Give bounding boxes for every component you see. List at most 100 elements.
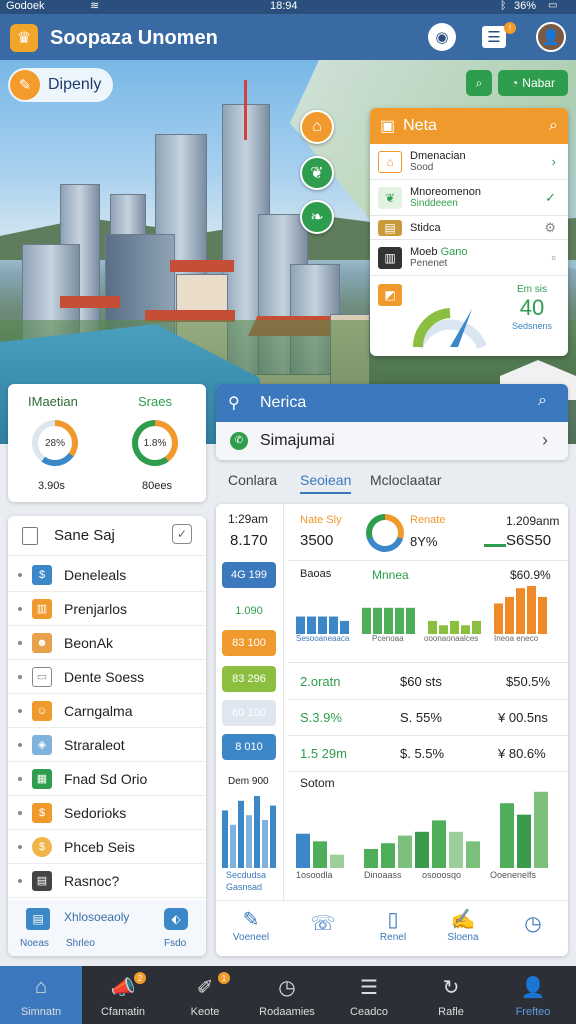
sidebar-item[interactable]: $ Sedorioks <box>8 796 206 830</box>
level-bar[interactable]: 4G 199 <box>222 562 276 588</box>
table-row[interactable]: 1.5 29m $. 5.5% ¥ 80.6% <box>288 736 568 772</box>
sidebar-footer[interactable]: ▤ Xhlosoeaoly ⬖ Noeas Shrleo Fsdo <box>8 900 206 956</box>
action-item-document[interactable]: ▯ Renel <box>358 901 428 956</box>
bottom-bar <box>296 833 310 868</box>
stats-left-ring-value: 28% <box>38 426 72 460</box>
sidebar-item[interactable]: ☻ BeonAk <box>8 626 206 660</box>
sidebar-item[interactable]: ▤ Rasnoc? <box>8 864 206 898</box>
notifications-list-icon[interactable]: ☰ <box>482 26 506 48</box>
news-item-tag: Gano <box>440 246 468 258</box>
search-icon[interactable]: ⌕ <box>466 70 492 96</box>
news-item[interactable]: ⌂ Dmenacian Sood › <box>370 144 568 180</box>
hero-location-badge[interactable]: ✎ Dipenly <box>8 68 114 102</box>
antenna <box>244 80 247 140</box>
user-avatar[interactable]: 👤 <box>536 22 566 52</box>
refresh-icon: ↻ <box>442 976 460 999</box>
news-item-title: Stidca <box>410 221 441 234</box>
left-chart-bar <box>246 815 252 868</box>
action-item-compass[interactable]: ◷ <box>498 901 568 956</box>
sidebar-item[interactable]: $ Deneleals <box>8 558 206 592</box>
action-item-chat[interactable]: ☏ <box>288 901 358 956</box>
sidebar-item-label: Dente Soess <box>64 668 145 685</box>
action-item-sign[interactable]: ✍ Sloena <box>428 901 498 956</box>
deals-icon: $ <box>32 564 52 585</box>
action-label: Sloena <box>447 932 479 943</box>
leaf-icon[interactable]: ❦ <box>300 156 334 190</box>
tab-mcloclaatar[interactable]: Mcloclaatar <box>370 472 442 488</box>
search-icon[interactable]: ⌕ <box>538 392 547 410</box>
trend-line <box>484 544 506 547</box>
sidebar-item[interactable]: ☺ Carngalma <box>8 694 206 728</box>
level-bar[interactable]: 8 010 <box>222 734 276 760</box>
sidebar-item[interactable]: ▥ Prenjarlos <box>8 592 206 626</box>
compass-icon[interactable]: ◉ <box>428 23 456 51</box>
left-chart-sub: Secdudsa <box>226 870 267 880</box>
sidebar-item-label: Rasnoc? <box>64 872 120 889</box>
level-bar[interactable]: 60 100 <box>222 700 276 726</box>
nav-item-keote[interactable]: ✐ 1 Keote <box>164 966 246 1024</box>
grouped-bar <box>318 616 327 634</box>
leaf-alt-icon[interactable]: ❧ <box>300 200 334 234</box>
action-item-edit[interactable]: ✎ Voeneel <box>216 901 286 956</box>
check-box-icon[interactable]: ✓ <box>172 524 192 544</box>
news-item[interactable]: ❦ Mnoreomenon Sinddeeen ✓ <box>370 180 568 216</box>
search-panel-header: ⚲ Nerica ⌕ <box>216 384 568 422</box>
table-row[interactable]: S.3.9% S. 55% ¥ 00.5ns <box>288 700 568 736</box>
tab-bar: Conlara Seoiean Mcloclaatar <box>216 466 568 498</box>
nav-item-simnatn[interactable]: ⌂ Simnatn <box>0 966 82 1024</box>
row-cell-a: S.3.9% <box>300 710 342 725</box>
bar-caption: Pcenoaa <box>372 634 404 643</box>
left-chart-bar <box>254 796 260 868</box>
right-area: Nate Sly 3500 Renate 8Y% 1.209anm S6S50 … <box>288 504 568 956</box>
table-row[interactable]: 2.oratn $60 sts $50.5% <box>288 664 568 700</box>
grouped-bar <box>384 607 393 634</box>
bottom-bar <box>381 843 395 868</box>
hero-badge-label: Dipenly <box>48 76 102 93</box>
receipt-icon: $ <box>32 802 52 823</box>
bottom-bar <box>415 831 429 868</box>
user-card-icon: ☺ <box>32 700 52 721</box>
news-item[interactable]: ▤ Stidca ⚙ <box>370 216 568 240</box>
app-logo-icon[interactable]: ♛ <box>10 24 38 52</box>
wifi-icon: ≋ <box>90 0 100 12</box>
bottom-caption: 1osoodla <box>296 870 333 880</box>
search-input[interactable]: ✆ Simajumai › <box>216 422 568 460</box>
grouped-bar <box>516 588 525 634</box>
link-icon: ⚲ <box>228 395 240 412</box>
grouped-bar <box>373 607 382 634</box>
search-icon[interactable]: ⌕ <box>549 117 558 135</box>
bottom-bar <box>364 848 378 868</box>
nav-item-rafle[interactable]: ↻ Rafle <box>410 966 492 1024</box>
sidebar-item[interactable]: ◈ Straraleot <box>8 728 206 762</box>
news-panel: ▣ Neta ⌕ ⌂ Dmenacian Sood › ❦ Mnoreomenon… <box>370 108 568 356</box>
grouped-bar <box>439 625 448 634</box>
news-item-title: Mnoreomenon <box>410 186 481 198</box>
sidebar-item[interactable]: ▦ Fnad Sd Orio <box>8 762 206 796</box>
summary-c2-value: 8Y% <box>410 534 438 549</box>
level-bar[interactable]: 1.090 <box>222 598 276 624</box>
search-panel: ⚲ Nerica ⌕ ✆ Simajumai › <box>216 384 568 460</box>
level-bar[interactable]: 83 100 <box>222 630 276 656</box>
bar-caption: Ineoa eneco <box>494 634 539 643</box>
grouped-bar <box>494 603 503 634</box>
nav-item-ceadco[interactable]: ☰ Ceadco <box>328 966 410 1024</box>
nav-item-rodaamies[interactable]: ◷ Rodaamies <box>246 966 328 1024</box>
store-icon[interactable]: ⌂ <box>300 110 334 144</box>
grouped-bar <box>362 607 371 634</box>
tab-seoiean[interactable]: Seoiean <box>300 472 352 494</box>
sidebar-item[interactable]: $ Phceb Seis <box>8 830 206 864</box>
gauge-sub: Sedsnens <box>511 321 552 331</box>
doc-icon <box>22 527 38 545</box>
nav-button[interactable]: ◔ Nabar <box>498 70 568 96</box>
grouped-bar <box>472 620 481 634</box>
row-cell-c: ¥ 00.5ns <box>498 710 548 725</box>
nav-item-frefteo[interactable]: 👤 Frefteo <box>492 966 576 1024</box>
sidebar-item[interactable]: ▭ Dente Soess <box>8 660 206 694</box>
row-cell-c: $50.5% <box>506 674 551 689</box>
nav-item-cfamatin[interactable]: 📣 2 Cfamatin <box>82 966 164 1024</box>
news-item[interactable]: ▥ Moeb Gano Penenet ▫ <box>370 240 568 276</box>
level-bar[interactable]: 83 296 <box>222 666 276 692</box>
bar-caption: Sesooaneaaca <box>296 634 350 643</box>
action-row: ✎ Voeneel ☏ ▯ Renel ✍ Sloena ◷ <box>216 900 568 956</box>
tab-conlara[interactable]: Conlara <box>228 472 277 488</box>
